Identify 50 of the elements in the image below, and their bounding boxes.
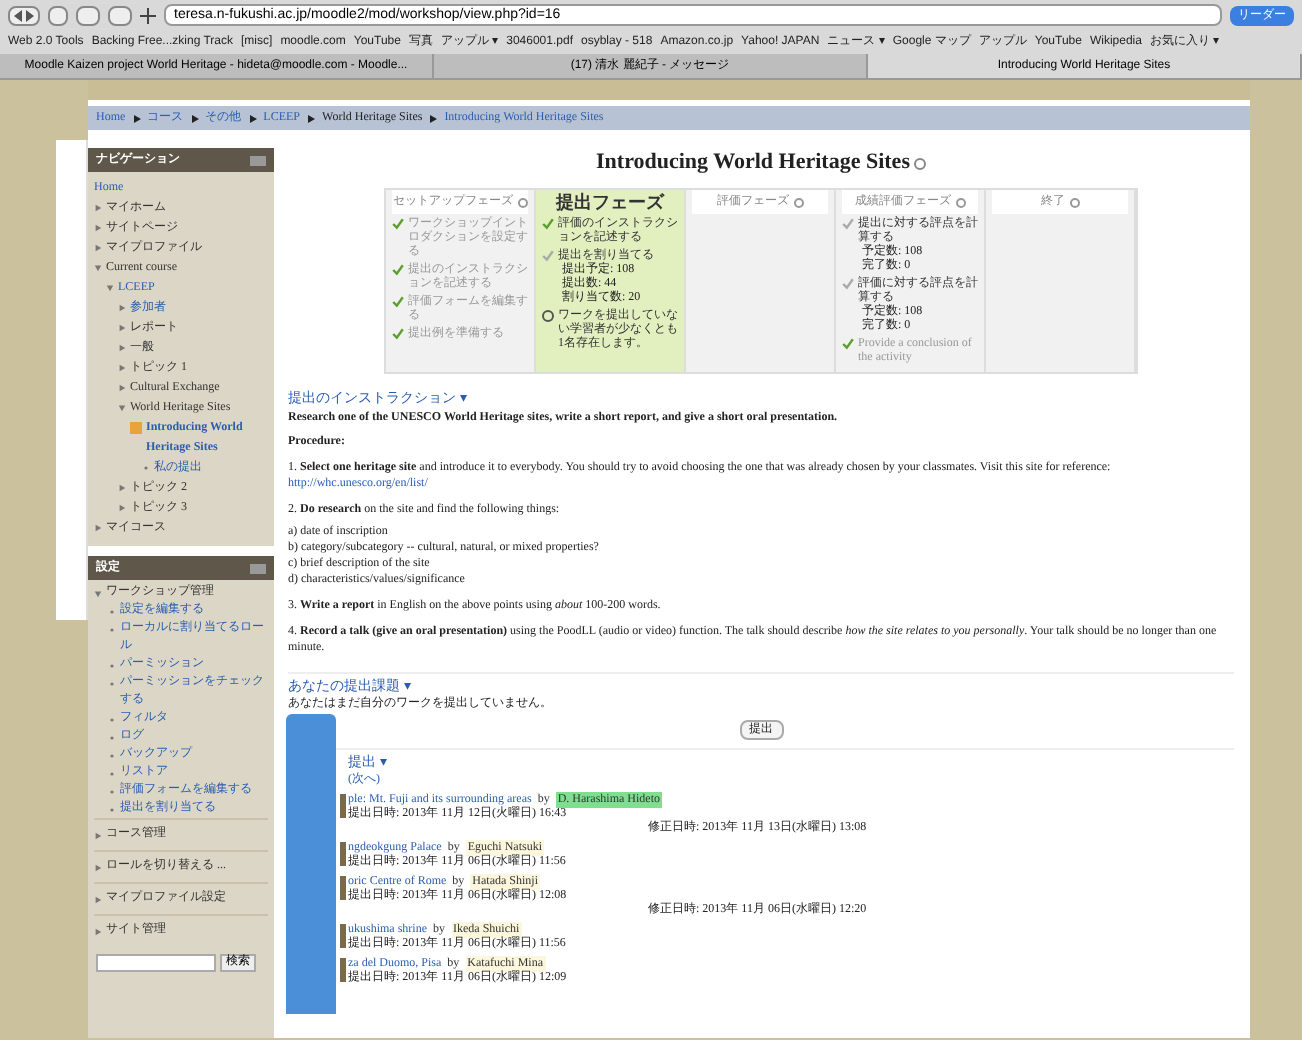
collapsed-arrow-icon[interactable] [94,244,102,252]
collapsed-arrow-icon[interactable] [94,928,102,936]
collapsed-arrow-icon[interactable] [118,364,126,372]
bullet-icon [108,752,116,760]
expanded-arrow-icon[interactable] [106,284,114,292]
collapsed-arrow-icon[interactable] [118,384,126,392]
collapsed-arrow-icon[interactable] [94,896,102,904]
search-field[interactable] [96,954,216,972]
page-icon [130,422,142,434]
info-icon [542,310,554,322]
bullet-icon [108,626,116,634]
collapsed-arrow-icon[interactable] [94,524,102,532]
separator-arrow-icon [428,113,439,123]
collapsed-arrow-icon[interactable] [94,832,102,840]
bullet-icon [108,788,116,796]
block-menu-icon[interactable] [250,563,266,573]
separator-arrow-icon [189,113,200,123]
back-forward-button[interactable] [8,5,40,25]
separator-arrow-icon [306,113,317,123]
expanded-arrow-icon[interactable] [118,404,126,412]
separator-arrow-icon [131,113,142,123]
photo-placeholder [340,794,346,818]
bullet-icon [142,464,150,472]
block-menu-icon[interactable] [250,155,266,165]
photo-placeholder [340,876,346,900]
bullet-icon [108,716,116,724]
add-icon[interactable] [140,7,156,23]
collapsed-arrow-icon[interactable] [94,224,102,232]
collapsed-arrow-icon[interactable] [94,864,102,872]
expanded-arrow-icon[interactable] [94,590,102,598]
separator-arrow-icon [247,113,258,123]
bullet-icon [108,770,116,778]
phase-title[interactable]: 提出フェーズ [556,194,664,210]
help-icon[interactable] [913,158,926,170]
collapsed-arrow-icon[interactable] [118,304,126,312]
collapsed-arrow-icon[interactable] [94,204,102,212]
collapsed-arrow-icon[interactable] [118,504,126,512]
expanded-arrow-icon[interactable] [94,264,102,272]
collapsed-arrow-icon[interactable] [118,344,126,352]
bullet-icon [108,662,116,670]
bullet-icon [108,734,116,742]
bullet-icon [108,680,116,688]
photo-placeholder [340,842,346,866]
page-title: Introducing World Heritage Sites [596,148,910,176]
bullet-icon [108,608,116,616]
photo-placeholder [340,958,346,982]
bullet-icon [108,806,116,814]
collapsed-arrow-icon[interactable] [118,324,126,332]
photo-placeholder [340,924,346,948]
collapsed-arrow-icon[interactable] [118,484,126,492]
